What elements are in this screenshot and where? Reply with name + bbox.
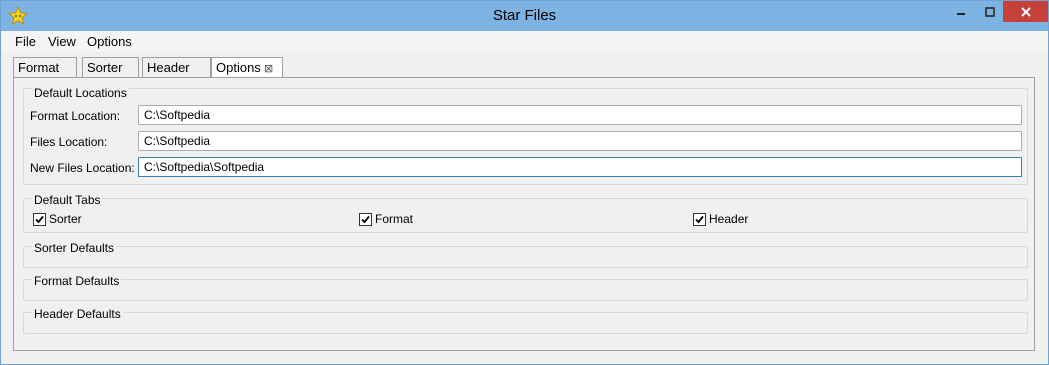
format-checkbox[interactable] <box>359 213 372 226</box>
minimize-icon <box>957 12 965 15</box>
files-location-label: Files Location: <box>30 135 108 149</box>
menu-file[interactable]: File <box>15 34 36 49</box>
close-button[interactable] <box>1003 1 1048 22</box>
sorter-defaults-title: Sorter Defaults <box>32 241 117 255</box>
app-window: Star Files File View Options Format Sort… <box>0 0 1049 365</box>
default-tabs-group: Default Tabs Sorter Format Header <box>23 193 1028 233</box>
check-icon <box>695 215 704 224</box>
tab-sorter-label: Sorter <box>87 60 123 75</box>
sorter-checkbox[interactable] <box>33 213 46 226</box>
default-locations-group: Default Locations Format Location: C:\So… <box>23 86 1028 185</box>
maximize-button[interactable] <box>976 1 1003 22</box>
sorter-checkbox-label: Sorter <box>49 212 82 226</box>
maximize-icon <box>984 6 995 17</box>
header-checkbox-label: Header <box>709 212 749 226</box>
files-location-field[interactable]: C:\Softpedia <box>138 131 1022 151</box>
default-locations-title: Default Locations <box>32 86 129 100</box>
status-bar <box>1 352 1048 364</box>
minimize-button[interactable] <box>946 1 976 22</box>
tab-header[interactable]: Header <box>142 57 211 77</box>
close-icon <box>1020 6 1031 17</box>
sorter-defaults-group: Sorter Defaults <box>23 241 1028 268</box>
options-panel: Default Locations Format Location: C:\So… <box>13 77 1035 351</box>
tab-header-label: Header <box>147 60 190 75</box>
header-defaults-group: Header Defaults <box>23 307 1028 334</box>
new-files-location-field[interactable]: C:\Softpedia\Softpedia <box>138 157 1022 177</box>
close-tab-icon[interactable]: ⊠ <box>264 59 273 79</box>
menu-view[interactable]: View <box>48 34 76 49</box>
tab-sorter[interactable]: Sorter <box>82 57 139 77</box>
check-icon <box>35 215 44 224</box>
header-checkbox[interactable] <box>693 213 706 226</box>
default-tabs-title: Default Tabs <box>32 193 103 207</box>
format-defaults-group: Format Defaults <box>23 274 1028 301</box>
window-title: Star Files <box>492 7 557 24</box>
format-location-field[interactable]: C:\Softpedia <box>138 105 1022 125</box>
tab-options[interactable]: Options ⊠ <box>211 57 283 79</box>
tab-format-label: Format <box>18 60 60 75</box>
format-defaults-title: Format Defaults <box>32 274 122 288</box>
header-defaults-title: Header Defaults <box>32 307 123 321</box>
format-location-label: Format Location: <box>30 109 121 123</box>
check-icon <box>361 215 370 224</box>
menu-bar: File View Options <box>1 31 1048 52</box>
title-bar[interactable]: Star Files <box>1 1 1048 31</box>
tab-format[interactable]: Format <box>13 57 77 77</box>
format-checkbox-label: Format <box>375 212 414 226</box>
menu-options[interactable]: Options <box>87 34 132 49</box>
new-files-location-label: New Files Location: <box>30 161 135 175</box>
tab-options-label: Options <box>216 60 261 75</box>
